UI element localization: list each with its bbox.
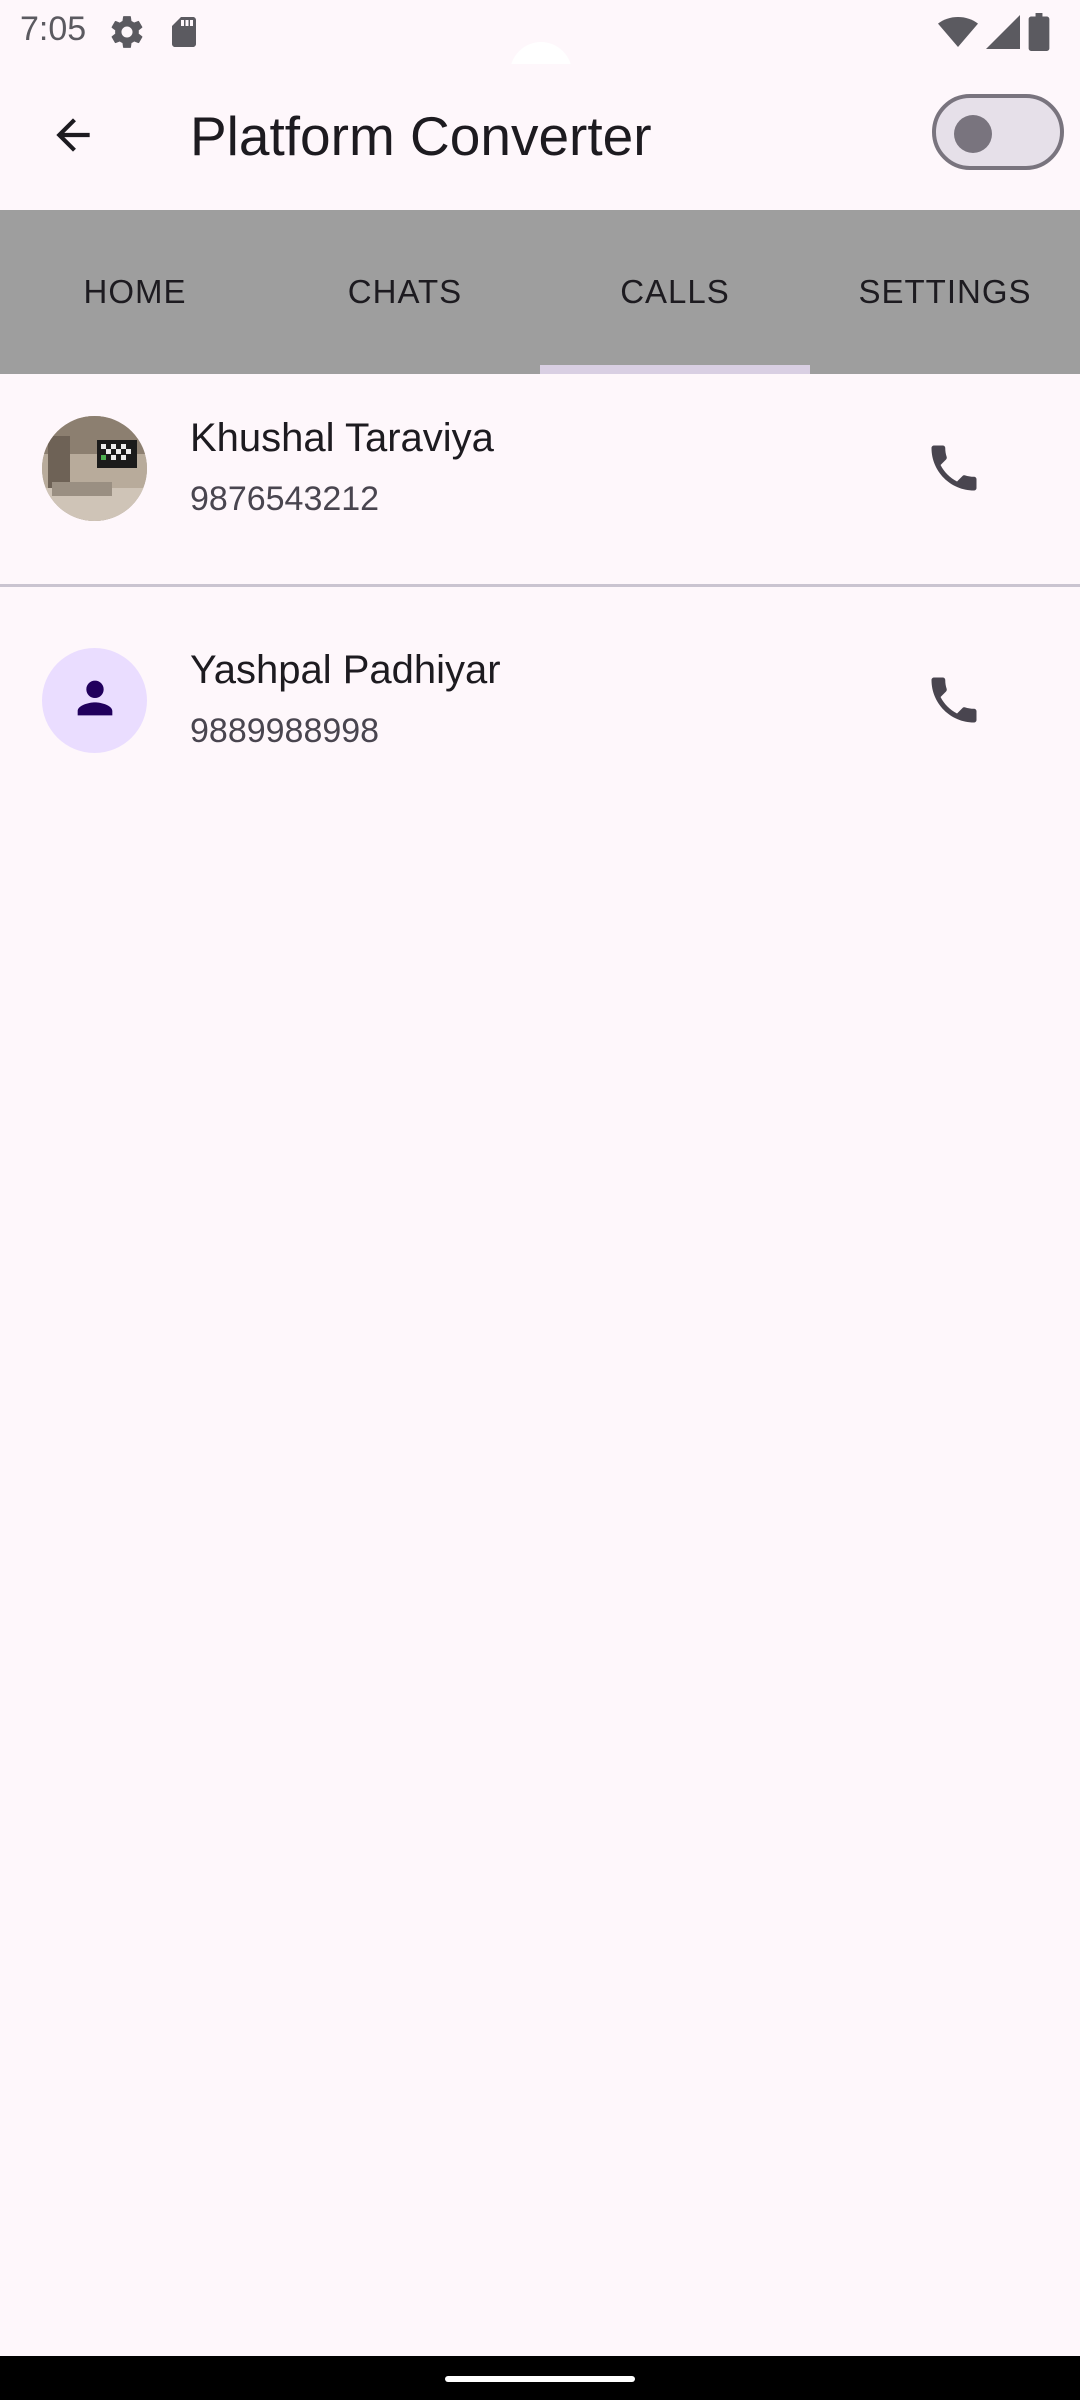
status-left-icons [108,13,202,56]
call-button[interactable] [918,666,990,738]
arrow-left-icon [48,110,98,165]
app-bar: Platform Converter [0,64,1080,210]
phone-icon [924,670,984,735]
contact-phone: 9876543212 [190,480,380,518]
phone-icon [924,438,984,503]
avatar [42,416,147,521]
list-item[interactable]: Yashpal Padhiyar 9889988998 [0,606,1080,816]
call-button[interactable] [918,434,990,506]
tab-label: SETTINGS [858,273,1032,310]
page-title: Platform Converter [190,105,652,167]
tab-home[interactable]: HOME [0,210,270,374]
tab-bar: HOME CHATS CALLS SETTINGS [0,210,1080,374]
list-item[interactable]: Khushal Taraviya 9876543212 [0,374,1080,584]
divider [0,584,1080,587]
contact-name: Khushal Taraviya [190,416,494,460]
back-button[interactable] [40,104,106,170]
status-right-icons [938,13,1050,56]
tab-label: CALLS [620,273,730,310]
tab-label: CHATS [347,273,463,310]
avatar [42,648,147,753]
calls-list: Khushal Taraviya 9876543212 Yashpal Padh… [0,374,1080,816]
contact-phone: 9889988998 [190,712,380,750]
theme-toggle-switch[interactable] [932,94,1064,170]
gesture-handle[interactable] [445,2376,635,2382]
gear-icon [108,13,146,56]
status-time: 7:05 [20,10,87,48]
contact-name: Yashpal Padhiyar [190,648,501,692]
toggle-knob [954,115,992,153]
tab-settings[interactable]: SETTINGS [810,210,1080,374]
sd-card-icon [166,13,202,56]
status-bar: 7:05 [0,0,1080,104]
tab-label: HOME [83,273,187,310]
tab-chats[interactable]: CHATS [270,210,540,374]
wifi-icon [938,14,978,55]
battery-icon [1028,13,1050,56]
person-icon [69,672,121,729]
signal-icon [986,14,1020,55]
tab-calls[interactable]: CALLS [540,210,810,374]
tab-selected-indicator [540,365,810,374]
avatar-photo-image [42,416,147,521]
